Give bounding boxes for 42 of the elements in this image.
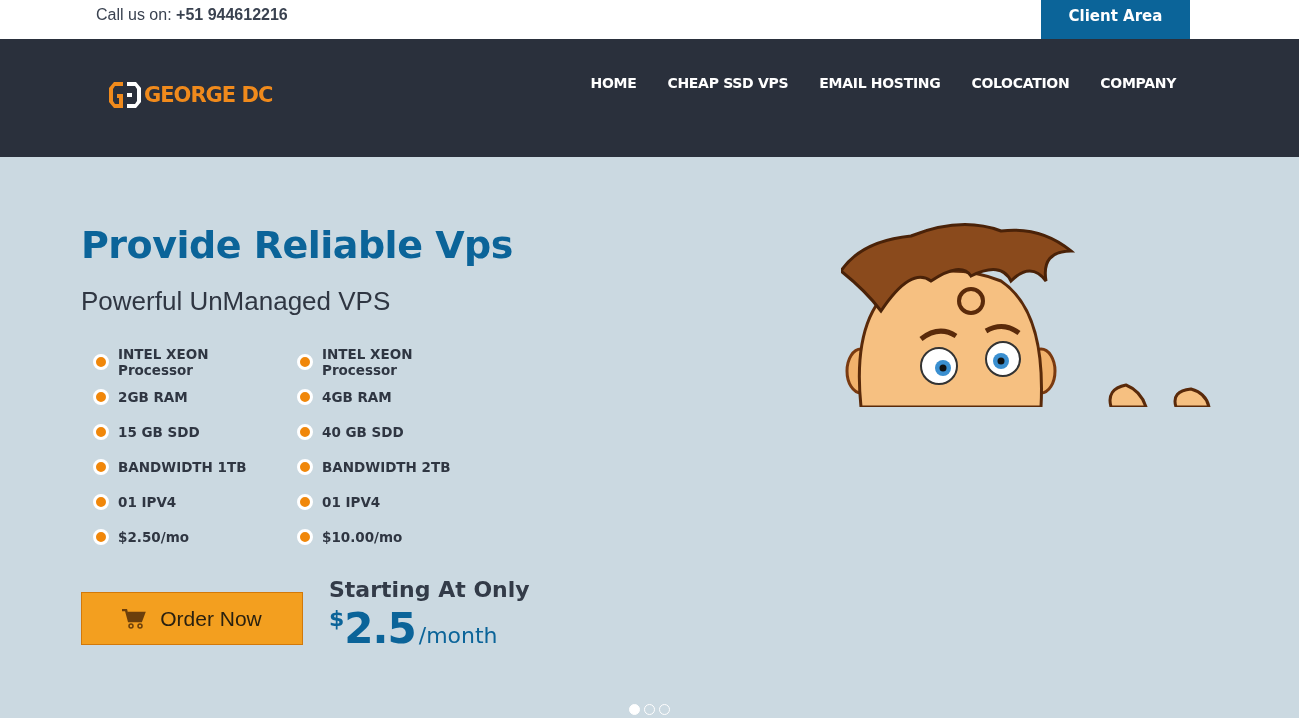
bullet-icon — [297, 423, 313, 440]
logo-icon — [108, 80, 142, 110]
hero-subtitle: Powerful UnManaged VPS — [81, 285, 392, 318]
feature-text: 40 GB SDD — [322, 423, 404, 440]
price-amount: 2.5 — [344, 604, 416, 653]
bullet-icon — [93, 353, 109, 370]
bullet-icon — [297, 528, 313, 545]
nav-link[interactable]: COMPANY — [1100, 75, 1176, 91]
feature-text: BANDWIDTH 1TB — [118, 458, 247, 475]
contact-phone: Call us on: +51 944612216 — [96, 6, 288, 24]
bullet-icon — [297, 353, 313, 370]
slide-dot[interactable] — [629, 704, 640, 715]
logo-text[interactable]: GEORGE DC — [144, 83, 273, 107]
bullet-icon — [93, 388, 109, 405]
feature-text: 4GB RAM — [322, 388, 392, 405]
bullet-icon — [93, 458, 109, 475]
currency-symbol: $ — [329, 606, 345, 631]
feature-text: INTEL XEON Processor — [322, 345, 414, 378]
bullet-icon — [93, 528, 109, 545]
nav-link[interactable]: CHEAP SSD VPS — [667, 75, 789, 91]
bullet-icon — [93, 493, 109, 510]
nav-link[interactable]: EMAIL HOSTING — [819, 75, 941, 91]
nav-link[interactable]: COLOCATION — [971, 75, 1070, 91]
bullet-icon — [297, 388, 313, 405]
feature-text: INTEL XEON Processor — [118, 345, 210, 378]
bullet-icon — [93, 423, 109, 440]
feature-text: 01 IPV4 — [322, 493, 381, 510]
feature-text: $2.50/mo — [118, 528, 189, 545]
nav-link[interactable]: HOME — [590, 75, 637, 91]
feature-text: 2GB RAM — [118, 388, 188, 405]
cart-icon — [122, 608, 147, 629]
feature-text: 15 GB SDD — [118, 423, 200, 440]
feature-text: BANDWIDTH 2TB — [322, 458, 451, 475]
bullet-icon — [297, 458, 313, 475]
feature-text: 01 IPV4 — [118, 493, 177, 510]
hero-title: Provide Reliable Vps — [81, 222, 514, 269]
client-area-button[interactable]: Client Area — [1041, 0, 1190, 39]
bullet-icon — [297, 493, 313, 510]
price-period: /month — [418, 623, 498, 648]
order-now-button[interactable]: Order Now — [81, 592, 303, 645]
starting-label: Starting At Only — [329, 576, 530, 604]
feature-text: $10.00/mo — [322, 528, 403, 545]
